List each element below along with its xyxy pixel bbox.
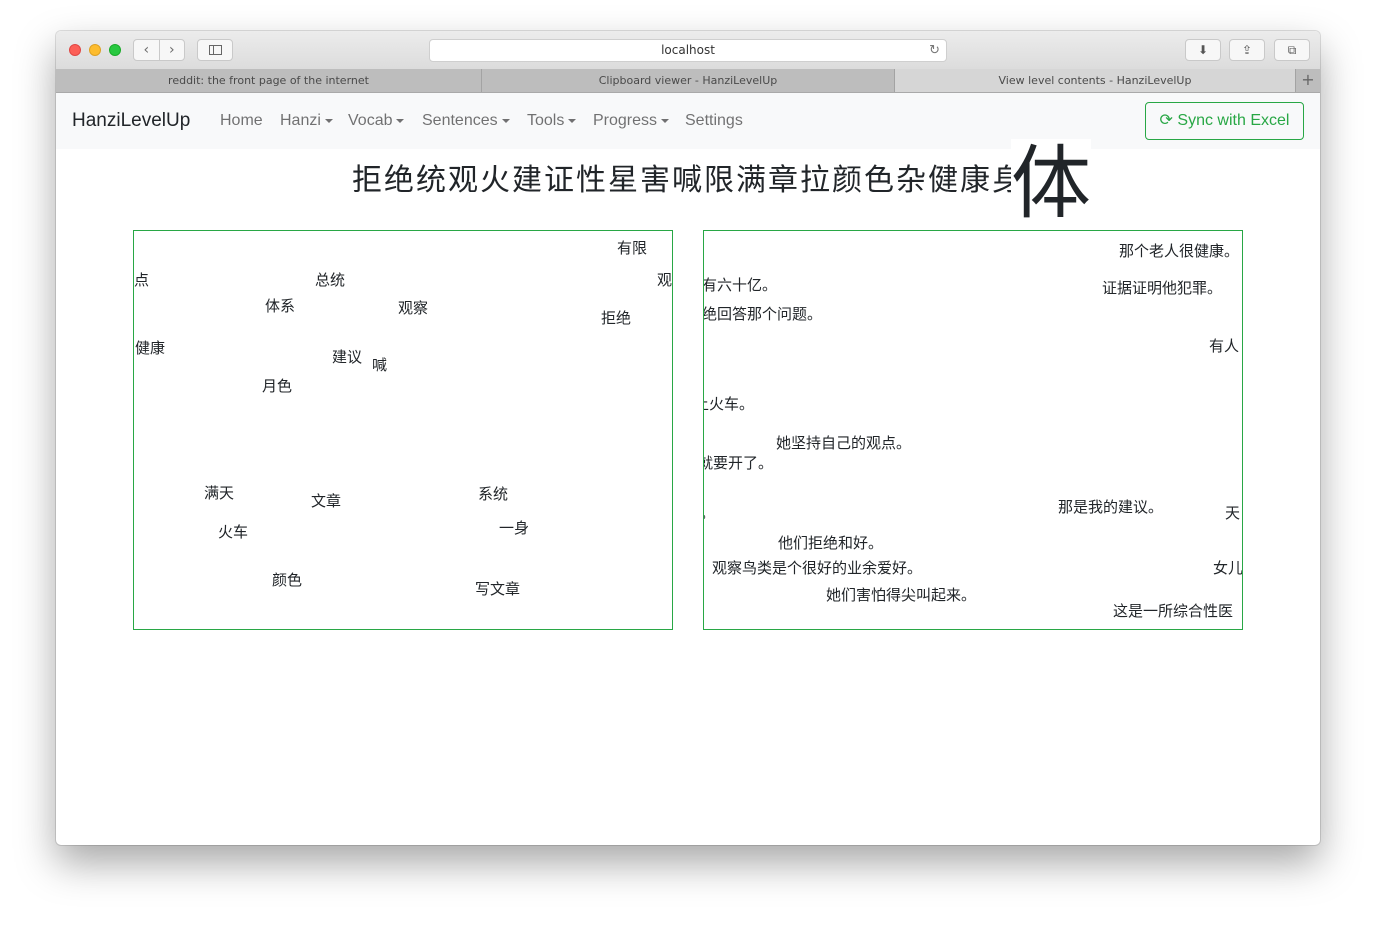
sentence-cloud-panel: 那个老人很健康。 有六十亿。 证据证明他犯罪。 绝回答那个问题。 有人 上火车。… (703, 230, 1243, 630)
nav-home[interactable]: Home (220, 93, 263, 149)
sidebar-toggle-button[interactable] (197, 39, 233, 61)
sync-button-label: Sync with Excel (1177, 112, 1290, 129)
sentence-item[interactable]: 女儿 (1213, 559, 1242, 577)
vocab-word[interactable]: 月色 (262, 377, 292, 395)
sync-icon: ⟳ (1159, 112, 1173, 129)
vocab-word[interactable]: 写文章 (475, 580, 520, 598)
vocab-word[interactable]: 体系 (265, 297, 295, 315)
address-bar[interactable]: localhost ↻ (429, 39, 947, 62)
share-button[interactable]: ⇪ (1229, 39, 1265, 61)
sentence-item[interactable]: 绝回答那个问题。 (704, 305, 822, 323)
vocab-word[interactable]: 文章 (311, 492, 341, 510)
tab-bar: reddit: the front page of the internet C… (56, 69, 1320, 93)
vocab-word[interactable]: 系统 (478, 485, 508, 503)
caret-down-icon (324, 118, 333, 123)
sentence-item[interactable]: 。 (704, 504, 715, 522)
sidebar-icon (209, 45, 222, 55)
vocab-word[interactable]: 观 (657, 271, 672, 289)
nav-settings[interactable]: Settings (685, 93, 743, 149)
vocab-word[interactable]: 点 (134, 271, 149, 289)
vocab-word[interactable]: 建议 (332, 348, 362, 366)
nav-hanzi-dropdown[interactable]: Hanzi (280, 93, 333, 149)
sentence-item[interactable]: 有六十亿。 (704, 276, 777, 294)
share-icon: ⇪ (1241, 43, 1253, 57)
vocab-word[interactable]: 满天 (204, 484, 234, 502)
sentence-item[interactable]: 上火车。 (704, 395, 754, 413)
sentence-item[interactable]: 她坚持自己的观点。 (776, 434, 911, 452)
brand-link[interactable]: HanziLevelUp (72, 93, 190, 149)
vocab-word[interactable]: 火车 (218, 523, 248, 541)
tab-reddit[interactable]: reddit: the front page of the internet (56, 69, 482, 92)
tab-clipboard-viewer[interactable]: Clipboard viewer - HanziLevelUp (482, 69, 895, 92)
vocab-word[interactable]: 总统 (315, 271, 345, 289)
sync-with-excel-button[interactable]: ⟳ Sync with Excel (1145, 102, 1304, 140)
vocab-word[interactable]: 拒绝 (601, 309, 631, 327)
vocab-word[interactable]: 一身 (499, 519, 529, 537)
close-window-button[interactable] (69, 44, 81, 56)
sentence-item[interactable]: 她们害怕得尖叫起来。 (826, 586, 976, 604)
sentence-item[interactable]: 证据证明他犯罪。 (1102, 279, 1222, 297)
nav-progress-dropdown[interactable]: Progress (593, 93, 670, 149)
sentence-item[interactable]: 那是我的建议。 (1058, 498, 1163, 516)
sentence-item[interactable]: 这是一所综合性医 (1113, 602, 1233, 620)
reload-icon[interactable]: ↻ (929, 40, 940, 61)
zoom-window-button[interactable] (109, 44, 121, 56)
caret-down-icon (396, 118, 405, 123)
nav-vocab-dropdown[interactable]: Vocab (348, 93, 405, 149)
show-tabs-button[interactable]: ⧉ (1274, 39, 1310, 61)
nav-sentences-dropdown[interactable]: Sentences (422, 93, 510, 149)
app-navbar: HanziLevelUp Home Hanzi Vocab Sentences … (56, 93, 1320, 149)
new-tab-icon[interactable]: + (1295, 69, 1320, 92)
caret-down-icon (661, 118, 670, 123)
sentence-item[interactable]: 有人 (1209, 337, 1239, 355)
url-text: localhost (661, 43, 715, 57)
tabs-icon: ⧉ (1287, 43, 1297, 57)
download-icon: ⬇ (1197, 43, 1209, 57)
vocab-word[interactable]: 健康 (135, 339, 165, 357)
nav-tools-dropdown[interactable]: Tools (527, 93, 577, 149)
caret-down-icon (568, 118, 577, 123)
downloads-button[interactable]: ⬇ (1185, 39, 1221, 61)
sentence-item[interactable]: 那个老人很健康。 (1119, 242, 1239, 260)
caret-down-icon (501, 118, 510, 123)
forward-icon[interactable]: › (160, 40, 185, 60)
browser-window: ‹ › localhost ↻ ⬇ ⇪ ⧉ reddit: the front … (56, 31, 1320, 845)
vocab-word[interactable]: 有限 (617, 239, 647, 257)
minimize-window-button[interactable] (89, 44, 101, 56)
sentence-item[interactable]: 他们拒绝和好。 (778, 534, 883, 552)
level-characters-heading: 拒绝统观火建证性星害喊限满章拉颜色杂健康身 (352, 163, 1024, 198)
back-icon[interactable]: ‹ (134, 40, 160, 60)
sentence-item[interactable]: 观察鸟类是个很好的业余爱好。 (712, 559, 922, 577)
vocab-word[interactable]: 喊 (372, 356, 387, 374)
title-bar: ‹ › localhost ↻ ⬇ ⇪ ⧉ (56, 31, 1320, 70)
sentence-item[interactable]: 天 (1225, 504, 1240, 522)
history-nav: ‹ › (133, 39, 185, 61)
sentence-item[interactable]: 就要开了。 (704, 454, 773, 472)
vocab-cloud-panel: 有限 点 总统 观 体系 观察 拒绝 健康 建议 喊 月色 满天 文章 系统 一… (133, 230, 673, 630)
tab-view-level-contents[interactable]: View level contents - HanziLevelUp (895, 69, 1296, 92)
vocab-word[interactable]: 颜色 (272, 571, 302, 589)
highlighted-character[interactable]: 体 (1011, 139, 1091, 229)
vocab-word[interactable]: 观察 (398, 299, 428, 317)
